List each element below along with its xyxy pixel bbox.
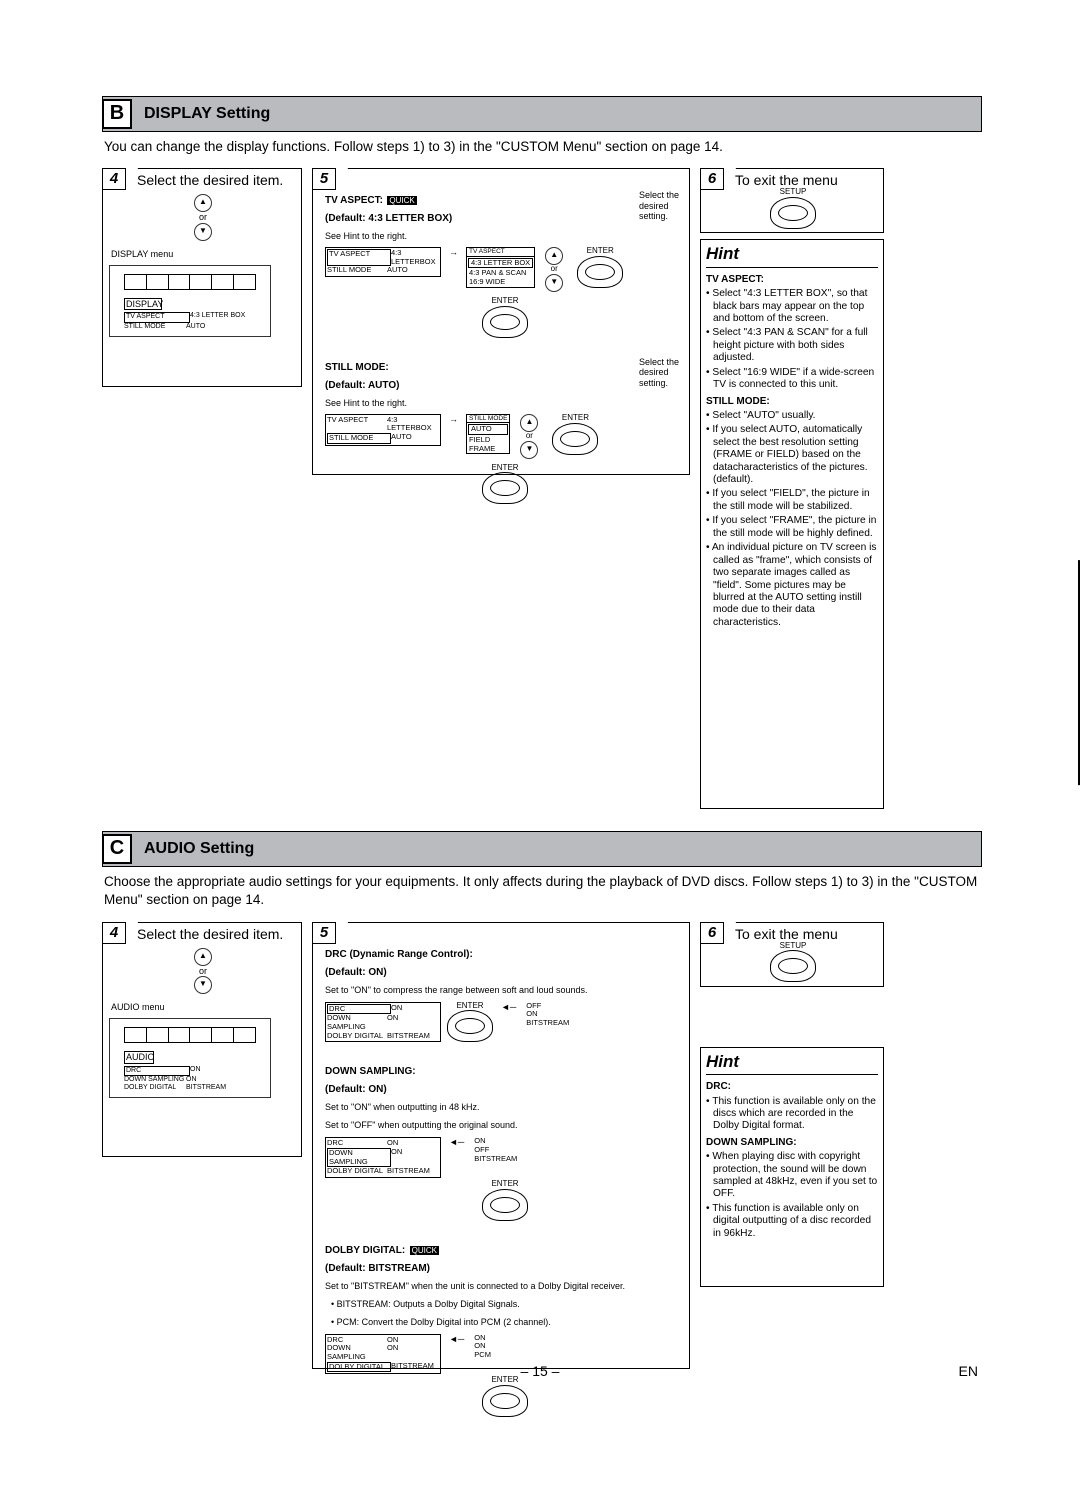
enter-button-label: ENTER — [325, 297, 685, 306]
page-lang: EN — [959, 1363, 978, 1379]
dolby-options: ON ON PCM — [472, 1334, 493, 1360]
quick-badge: QUICK — [387, 196, 416, 205]
enter-button-icon — [552, 423, 598, 455]
c-dolby-digital-block: DOLBY DIGITAL: QUICK (Default: BITSTREAM… — [325, 1240, 685, 1422]
page-number: – 15 – — [0, 1363, 1080, 1379]
b-display-menu-osd: DISPLAY TV ASPECT4:3 LETTER BOX STILL MO… — [109, 265, 271, 337]
down-sampling-name: DOWN SAMPLING: — [325, 1066, 416, 1077]
b-step6: 6 To exit the menu SETUP — [700, 168, 884, 233]
c-drc-block: DRC (Dynamic Range Control): (Default: O… — [325, 944, 685, 1048]
c-down-sampling-block: DOWN SAMPLING: (Default: ON) Set to "ON"… — [325, 1061, 685, 1225]
setup-button-icon — [770, 197, 816, 229]
down-button-icon: ▼ — [520, 441, 538, 459]
c-step6-text: To exit the menu — [735, 926, 879, 942]
down-sampling-osd: DRCON DOWN SAMPLINGON DOLBY DIGITALBITST… — [325, 1137, 441, 1178]
section-b-title: DISPLAY Setting — [144, 105, 270, 123]
hint-down-head: DOWN SAMPLING: — [706, 1137, 878, 1149]
b-display-menu-label: DISPLAY menu — [111, 249, 297, 259]
still-mode-osd: TV ASPECT4:3 LETTERBOX STILL MODEAUTO — [325, 414, 441, 446]
b-step4: 4 Select the desired item. ▲ or ▼ DISPLA… — [102, 168, 302, 387]
section-b-header: B DISPLAY Setting — [102, 96, 982, 132]
hint-drc-head: DRC: — [706, 1081, 878, 1093]
down-sampling-options: ON OFF BITSTREAM — [472, 1137, 519, 1163]
drc-osd: DRCON DOWN SAMPLINGON DOLBY DIGITALBITST… — [325, 1002, 441, 1043]
c-step4: 4 Select the desired item. ▲ or ▼ AUDIO … — [102, 922, 302, 1157]
b-step5-num: 5 — [312, 168, 336, 190]
b-step5: 5 TV ASPECT: QUICK (Default: 4:3 LETTER … — [312, 168, 690, 475]
section-b-steps: 4 Select the desired item. ▲ or ▼ DISPLA… — [102, 168, 982, 809]
section-c-title: AUDIO Setting — [144, 840, 254, 858]
b-step6-col: 6 To exit the menu SETUP Hint TV ASPECT:… — [700, 168, 884, 809]
or-label: or — [199, 212, 207, 222]
hint-tv-aspect-head: TV ASPECT: — [706, 274, 878, 286]
updown-control: ▲ or ▼ — [109, 948, 297, 994]
or-label: or — [199, 966, 207, 976]
c-step6-col: 6 To exit the menu SETUP Hint DRC: This … — [700, 922, 884, 1369]
section-c-steps: 4 Select the desired item. ▲ or ▼ AUDIO … — [102, 922, 982, 1369]
still-mode-options: STILL MODE AUTO FIELD FRAME — [466, 414, 510, 454]
hint-still-head: STILL MODE: — [706, 396, 878, 408]
b-still-mode-block: STILL MODE: (Default: AUTO) See Hint to … — [325, 357, 685, 510]
up-button-icon: ▲ — [194, 194, 212, 212]
updown-control: ▲ or ▼ — [109, 194, 297, 240]
c-step4-num: 4 — [102, 922, 126, 944]
b-hint-box: Hint TV ASPECT: Select "4:3 LETTER BOX",… — [700, 239, 884, 809]
enter-button-label: ENTER — [447, 1002, 493, 1011]
b-step4-num: 4 — [102, 168, 126, 190]
section-c-header: C AUDIO Setting — [102, 831, 982, 867]
arrow-right-icon: → — [449, 414, 458, 424]
c-step5-num: 5 — [312, 922, 336, 944]
enter-button-icon — [482, 1385, 528, 1417]
tv-aspect-name: TV ASPECT: — [325, 195, 383, 206]
arrow-left-icon: ◄─ — [449, 1137, 464, 1147]
enter-button-label: ENTER — [325, 1180, 685, 1189]
section-c-letter: C — [102, 834, 132, 864]
b-step6-text: To exit the menu — [735, 172, 879, 188]
setup-button-label: SETUP — [707, 942, 879, 951]
arrow-left-icon: ◄─ — [501, 1002, 516, 1012]
enter-button-icon — [482, 306, 528, 338]
section-b-letter: B — [102, 99, 132, 129]
down-button-icon: ▼ — [545, 274, 563, 292]
enter-button-icon — [447, 1010, 493, 1042]
down-button-icon: ▼ — [194, 976, 212, 994]
still-mode-name: STILL MODE: — [325, 362, 389, 373]
section-c-intro: Choose the appropriate audio settings fo… — [104, 873, 980, 909]
hint-tag: Hint — [706, 1052, 878, 1078]
b-step6-num: 6 — [700, 168, 724, 190]
setup-button-icon — [770, 950, 816, 982]
c-step6-num: 6 — [700, 922, 724, 944]
drc-options: OFF ON BITSTREAM — [524, 1002, 571, 1028]
enter-button-label: ENTER — [325, 464, 685, 473]
hint-tag: Hint — [706, 244, 878, 270]
c-audio-menu-label: AUDIO menu — [111, 1002, 297, 1012]
drc-name: DRC (Dynamic Range Control): — [325, 949, 473, 960]
c-step4-text: Select the desired item. — [137, 926, 297, 942]
enter-button-icon — [482, 472, 528, 504]
dolby-digital-name: DOLBY DIGITAL: — [325, 1245, 405, 1256]
up-button-icon: ▲ — [194, 948, 212, 966]
tv-aspect-osd: TV ASPECT4:3 LETTERBOX STILL MODEAUTO — [325, 247, 441, 277]
c-step6: 6 To exit the menu SETUP — [700, 922, 884, 987]
enter-button-icon — [577, 256, 623, 288]
b-step4-text: Select the desired item. — [137, 172, 297, 188]
tv-aspect-options: TV ASPECT 4:3 LETTER BOX 4:3 PAN & SCAN … — [466, 247, 535, 287]
up-button-icon: ▲ — [520, 414, 538, 432]
arrow-right-icon: → — [449, 247, 458, 257]
section-b-intro: You can change the display functions. Fo… — [104, 138, 980, 156]
setup-button-label: SETUP — [707, 188, 879, 197]
down-button-icon: ▼ — [194, 223, 212, 241]
c-hint-box: Hint DRC: This function is available onl… — [700, 1047, 884, 1287]
arrow-left-icon: ◄─ — [449, 1334, 464, 1344]
enter-button-icon — [482, 1189, 528, 1221]
b-tv-aspect-block: TV ASPECT: QUICK (Default: 4:3 LETTER BO… — [325, 190, 685, 343]
up-button-icon: ▲ — [545, 247, 563, 265]
c-step5: 5 DRC (Dynamic Range Control): (Default:… — [312, 922, 690, 1369]
quick-badge: QUICK — [410, 1246, 439, 1255]
c-audio-menu-osd: AUDIO DRCON DOWN SAMPLINGON DOLBY DIGITA… — [109, 1018, 271, 1098]
